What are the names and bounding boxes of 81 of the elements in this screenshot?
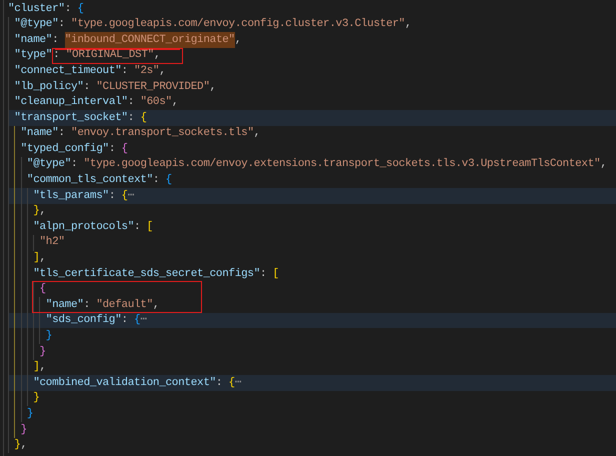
bracket: { [228,376,235,391]
json-string: "inbound_CONNECT_originate" [64,32,235,48]
punctuation: , [404,17,412,32]
json-key: "cleanup_interval" [14,94,128,111]
json-string: "2s" [134,64,160,79]
json-key: "name" [46,296,84,314]
bracket: [ [146,220,153,235]
json-string: "h2" [39,235,65,250]
fold-ellipsis[interactable]: ⋯ [140,312,147,329]
json-key: "alpn_protocols" [33,218,134,236]
punctuation: : [152,173,160,188]
json-key: "name" [14,32,52,48]
json-key: "common_tls_context" [26,172,153,189]
bracket: { [77,2,84,17]
punctuation: , [40,204,46,220]
punctuation: , [172,95,178,110]
punctuation: : [128,110,136,126]
punctuation: , [40,360,46,376]
bracket: { [121,188,128,204]
punctuation: : [121,313,129,328]
fold-ellipsis[interactable]: ⋯ [234,374,242,392]
bracket: { [134,313,140,328]
bracket: ] [33,360,40,376]
fold-ellipsis[interactable]: ⋯ [128,188,134,204]
punctuation: , [159,64,166,79]
punctuation: : [64,2,72,17]
json-key: "sds_config" [46,312,122,329]
punctuation: : [134,220,142,235]
punctuation: : [108,142,116,157]
punctuation: , [254,126,260,142]
json-key: "lb_policy" [14,78,84,96]
punctuation: : [71,157,78,172]
punctuation: : [58,17,66,32]
bracket: { [121,142,128,157]
bracket: { [39,282,46,298]
json-string: "ORIGINAL_DST" [66,48,154,64]
bracket: ] [33,251,40,266]
json-key: "transport_socket" [14,110,128,126]
json-key: "tls_params" [33,188,109,204]
bracket: } [39,344,46,360]
punctuation: : [108,188,116,204]
json-key: "combined_validation_context" [33,374,216,392]
json-key: "@type" [14,16,58,33]
punctuation: : [128,95,136,110]
punctuation: , [234,32,242,48]
json-key: "typed_config" [20,140,109,158]
punctuation: , [20,438,27,454]
bracket: } [33,391,40,406]
punctuation: : [52,32,60,48]
punctuation: : [58,126,66,142]
bracket: { [166,173,172,188]
punctuation: : [216,376,224,391]
json-string: "type.googleapis.com/envoy.extensions.transport_sockets.tls.v3.UpstreamTlsContext" [84,157,600,172]
punctuation: : [84,298,91,313]
bracket: } [33,204,40,220]
json-string: "60s" [140,95,172,110]
bracket: } [46,329,52,344]
json-key: "tls_certificate_sds_secret_configs" [33,266,260,282]
bracket: } [26,406,34,422]
json-string: "type.googleapis.com/envoy.config.cluster.v3.Cluster" [71,17,405,32]
punctuation: , [154,48,160,64]
punctuation: , [40,251,46,266]
bracket: } [20,422,27,438]
punctuation: : [260,266,268,282]
json-key: "type" [14,47,52,64]
punctuation: , [152,298,160,313]
punctuation: , [600,157,607,172]
punctuation: , [210,80,216,95]
bracket: [ [272,266,279,282]
json-key: "@type" [26,156,71,173]
bracket: { [140,110,147,126]
json-key: "cluster" [8,0,65,18]
punctuation: : [53,48,60,64]
json-key: "connect_timeout" [14,62,122,80]
punctuation: : [121,64,129,79]
bracket: } [14,438,21,454]
json-string: "CLUSTER_PROVIDED" [96,80,210,95]
json-key: "name" [20,125,58,142]
json-string: "envoy.transport_sockets.tls" [71,126,254,142]
punctuation: : [84,80,91,95]
json-string: "default" [96,298,153,313]
